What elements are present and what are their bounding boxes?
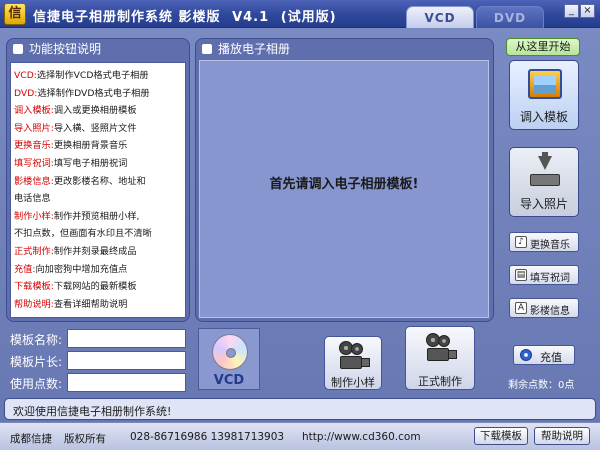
welcome-message: 欢迎使用信捷电子相册制作系统!	[13, 405, 172, 418]
help-item: 填写祝词:填写电子相册祝词	[14, 157, 128, 169]
help-item: VCD:选择制作VCD格式电子相册	[14, 70, 149, 81]
final-make-label: 正式制作	[418, 375, 462, 388]
help-item: 调入模板:调入或更换相册模板	[14, 105, 137, 117]
company-name: 成都信捷	[10, 433, 52, 445]
film-camera-icon	[424, 333, 458, 363]
disc-icon	[212, 334, 248, 370]
disc-coin-icon	[520, 349, 532, 361]
app-version: V4.1	[232, 10, 270, 25]
help-item: 帮助说明:查看详细帮助说明	[14, 298, 128, 310]
panel-bullet-icon	[202, 44, 212, 54]
points-used-field[interactable]	[67, 373, 186, 392]
copyright-text: 版权所有	[64, 433, 106, 445]
contact-phone: 028-86716986 13981713903	[130, 431, 285, 443]
import-photos-label: 导入照片	[519, 197, 568, 211]
app-logo-icon: 信	[4, 3, 26, 25]
help-button[interactable]: 帮助说明	[534, 427, 590, 445]
app-edition: (试用版)	[280, 10, 337, 25]
load-template-label: 调入模板	[519, 110, 568, 124]
help-item: 不扣点数，但画面有水印且不清晰	[14, 228, 152, 240]
album-preview-area[interactable]: 首先请调入电子相册模板!	[199, 60, 489, 318]
make-preview-label: 制作小样	[331, 376, 375, 389]
template-name-label: 模板名称:	[10, 333, 63, 347]
font-a-icon: A	[515, 302, 527, 314]
recharge-label: 充值	[540, 351, 562, 364]
format-label: VCD	[213, 373, 245, 388]
template-length-field[interactable]	[67, 351, 186, 370]
player-panel-title: 播放电子相册	[218, 42, 291, 56]
change-music-label: 更换音乐	[530, 240, 570, 251]
remaining-points: 剩余点数：0点	[508, 380, 575, 391]
help-item: 正式制作:制作并刻录最终成品	[14, 245, 137, 257]
close-button[interactable]: ×	[580, 4, 595, 18]
app-title: 信捷电子相册制作系统 影楼版	[33, 10, 221, 25]
change-music-button[interactable]: ♪ 更换音乐	[509, 232, 579, 252]
studio-info-label: 影楼信息	[530, 306, 570, 317]
download-tray-icon	[530, 152, 560, 186]
load-template-button[interactable]: 调入模板	[509, 60, 579, 130]
start-here-hint: 从这里开始	[506, 38, 580, 56]
help-item: 更换音乐:更换相册背景音乐	[14, 140, 128, 152]
help-item: 电话信息	[14, 193, 51, 205]
website-link[interactable]: http://www.cd360.com	[302, 431, 421, 443]
points-used-label: 使用点数:	[10, 377, 63, 391]
help-list: VCD:选择制作VCD格式电子相册 DVD:选择制作DVD格式电子相册 调入模板…	[10, 62, 186, 318]
write-greeting-button[interactable]: ▤ 填写祝词	[509, 265, 579, 285]
final-make-button[interactable]: 正式制作	[405, 326, 475, 390]
template-length-label: 模板片长:	[10, 355, 63, 369]
app-window: 信 信捷电子相册制作系统 影楼版 V4.1 (试用版) VCD DVD _ × …	[0, 0, 600, 450]
tab-dvd[interactable]: DVD	[476, 6, 544, 28]
make-preview-button[interactable]: 制作小样	[324, 336, 382, 390]
help-panel-header: 功能按钮说明	[7, 39, 189, 59]
tab-vcd[interactable]: VCD	[406, 6, 474, 28]
window-title: 信捷电子相册制作系统 影楼版 V4.1 (试用版)	[33, 6, 337, 25]
help-item: DVD:选择制作DVD格式电子相册	[14, 87, 150, 99]
help-item: 制作小样:制作并预览相册小样,	[14, 210, 140, 222]
picture-folder-icon	[528, 69, 562, 99]
download-template-button[interactable]: 下载模板	[474, 427, 528, 445]
help-item: 充值:向加密狗中增加充值点	[14, 263, 128, 275]
help-item: 导入照片:导入横、竖照片文件	[14, 122, 137, 134]
import-photos-button[interactable]: 导入照片	[509, 147, 579, 217]
keyboard-icon: ▤	[515, 269, 527, 281]
preview-message: 首先请调入电子相册模板!	[269, 177, 419, 192]
film-camera-icon	[337, 341, 371, 371]
minimize-button[interactable]: _	[564, 4, 579, 18]
panel-bullet-icon	[13, 44, 23, 54]
studio-info-button[interactable]: A 影楼信息	[509, 298, 579, 318]
recharge-button[interactable]: 充值	[513, 345, 575, 365]
title-bar[interactable]: 信 信捷电子相册制作系统 影楼版 V4.1 (试用版) VCD DVD _ ×	[0, 0, 600, 28]
footer-bar: 成都信捷 版权所有 028-86716986 13981713903 http:…	[0, 422, 600, 450]
welcome-status-bar: 欢迎使用信捷电子相册制作系统!	[4, 398, 596, 420]
format-badge: VCD	[198, 328, 260, 390]
music-note-icon: ♪	[515, 236, 527, 248]
write-greeting-label: 填写祝词	[530, 273, 570, 284]
help-panel-title: 功能按钮说明	[29, 42, 102, 56]
help-item: 下载模板:下载网站的最新模板	[14, 281, 137, 293]
player-panel-header: 播放电子相册	[196, 39, 493, 59]
template-name-field[interactable]	[67, 329, 186, 348]
help-item: 影楼信息:更改影楼名称、地址和	[14, 175, 146, 187]
